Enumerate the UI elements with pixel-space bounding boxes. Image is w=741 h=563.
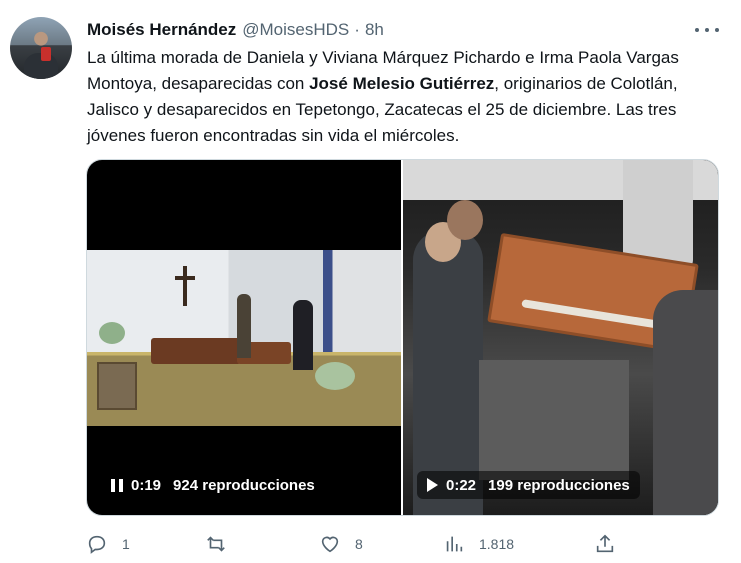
more-options-icon[interactable]	[695, 20, 719, 40]
video-views-1: 924 reproducciones	[173, 476, 315, 494]
tweet-actions: 1 8 1.818	[86, 532, 626, 556]
video-views-2: 199 reproducciones	[488, 476, 630, 494]
views-count: 1.818	[479, 536, 515, 552]
tweet-header: Moisés Hernández @MoisesHDS · 8h	[87, 19, 384, 41]
share-button[interactable]	[594, 532, 616, 556]
share-icon	[596, 534, 614, 553]
video-status-2[interactable]: 0:22 199 reproducciones	[417, 471, 640, 499]
display-name[interactable]: Moisés Hernández	[87, 20, 236, 40]
video-duration-1: 0:19	[131, 476, 162, 494]
retweet-button[interactable]	[205, 532, 241, 556]
tweet[interactable]: Moisés Hernández @MoisesHDS · 8h La últi…	[0, 0, 741, 563]
video-player-2[interactable]: 0:22 199 reproducciones	[403, 160, 718, 515]
analytics-icon	[446, 536, 463, 552]
video-thumbnail-1	[87, 250, 401, 426]
tweet-text: La última morada de Daniela y Viviana Má…	[87, 45, 727, 149]
views-button[interactable]: 1.818	[443, 532, 514, 556]
video-thumbnail-2	[403, 160, 718, 515]
handle[interactable]: @MoisesHDS	[242, 20, 349, 40]
timestamp[interactable]: 8h	[365, 20, 384, 40]
like-count: 8	[355, 536, 363, 552]
play-icon[interactable]	[427, 478, 438, 492]
retweet-icon	[207, 536, 225, 552]
reply-count: 1	[122, 536, 130, 552]
reply-icon	[88, 535, 106, 554]
video-status-1[interactable]: 0:19 924 reproducciones	[101, 471, 325, 499]
media-grid: 0:19 924 reproducciones 0:22 199 reprodu…	[86, 159, 719, 516]
separator: ·	[354, 20, 360, 39]
reply-button[interactable]: 1	[86, 532, 130, 556]
pause-icon[interactable]	[111, 478, 123, 492]
mention-name: José Melesio Gutiérrez	[309, 74, 495, 93]
like-button[interactable]: 8	[319, 532, 363, 556]
video-duration-2: 0:22	[446, 476, 477, 494]
video-player-1[interactable]: 0:19 924 reproducciones	[87, 160, 401, 515]
heart-icon	[321, 536, 339, 553]
avatar[interactable]	[10, 17, 72, 79]
